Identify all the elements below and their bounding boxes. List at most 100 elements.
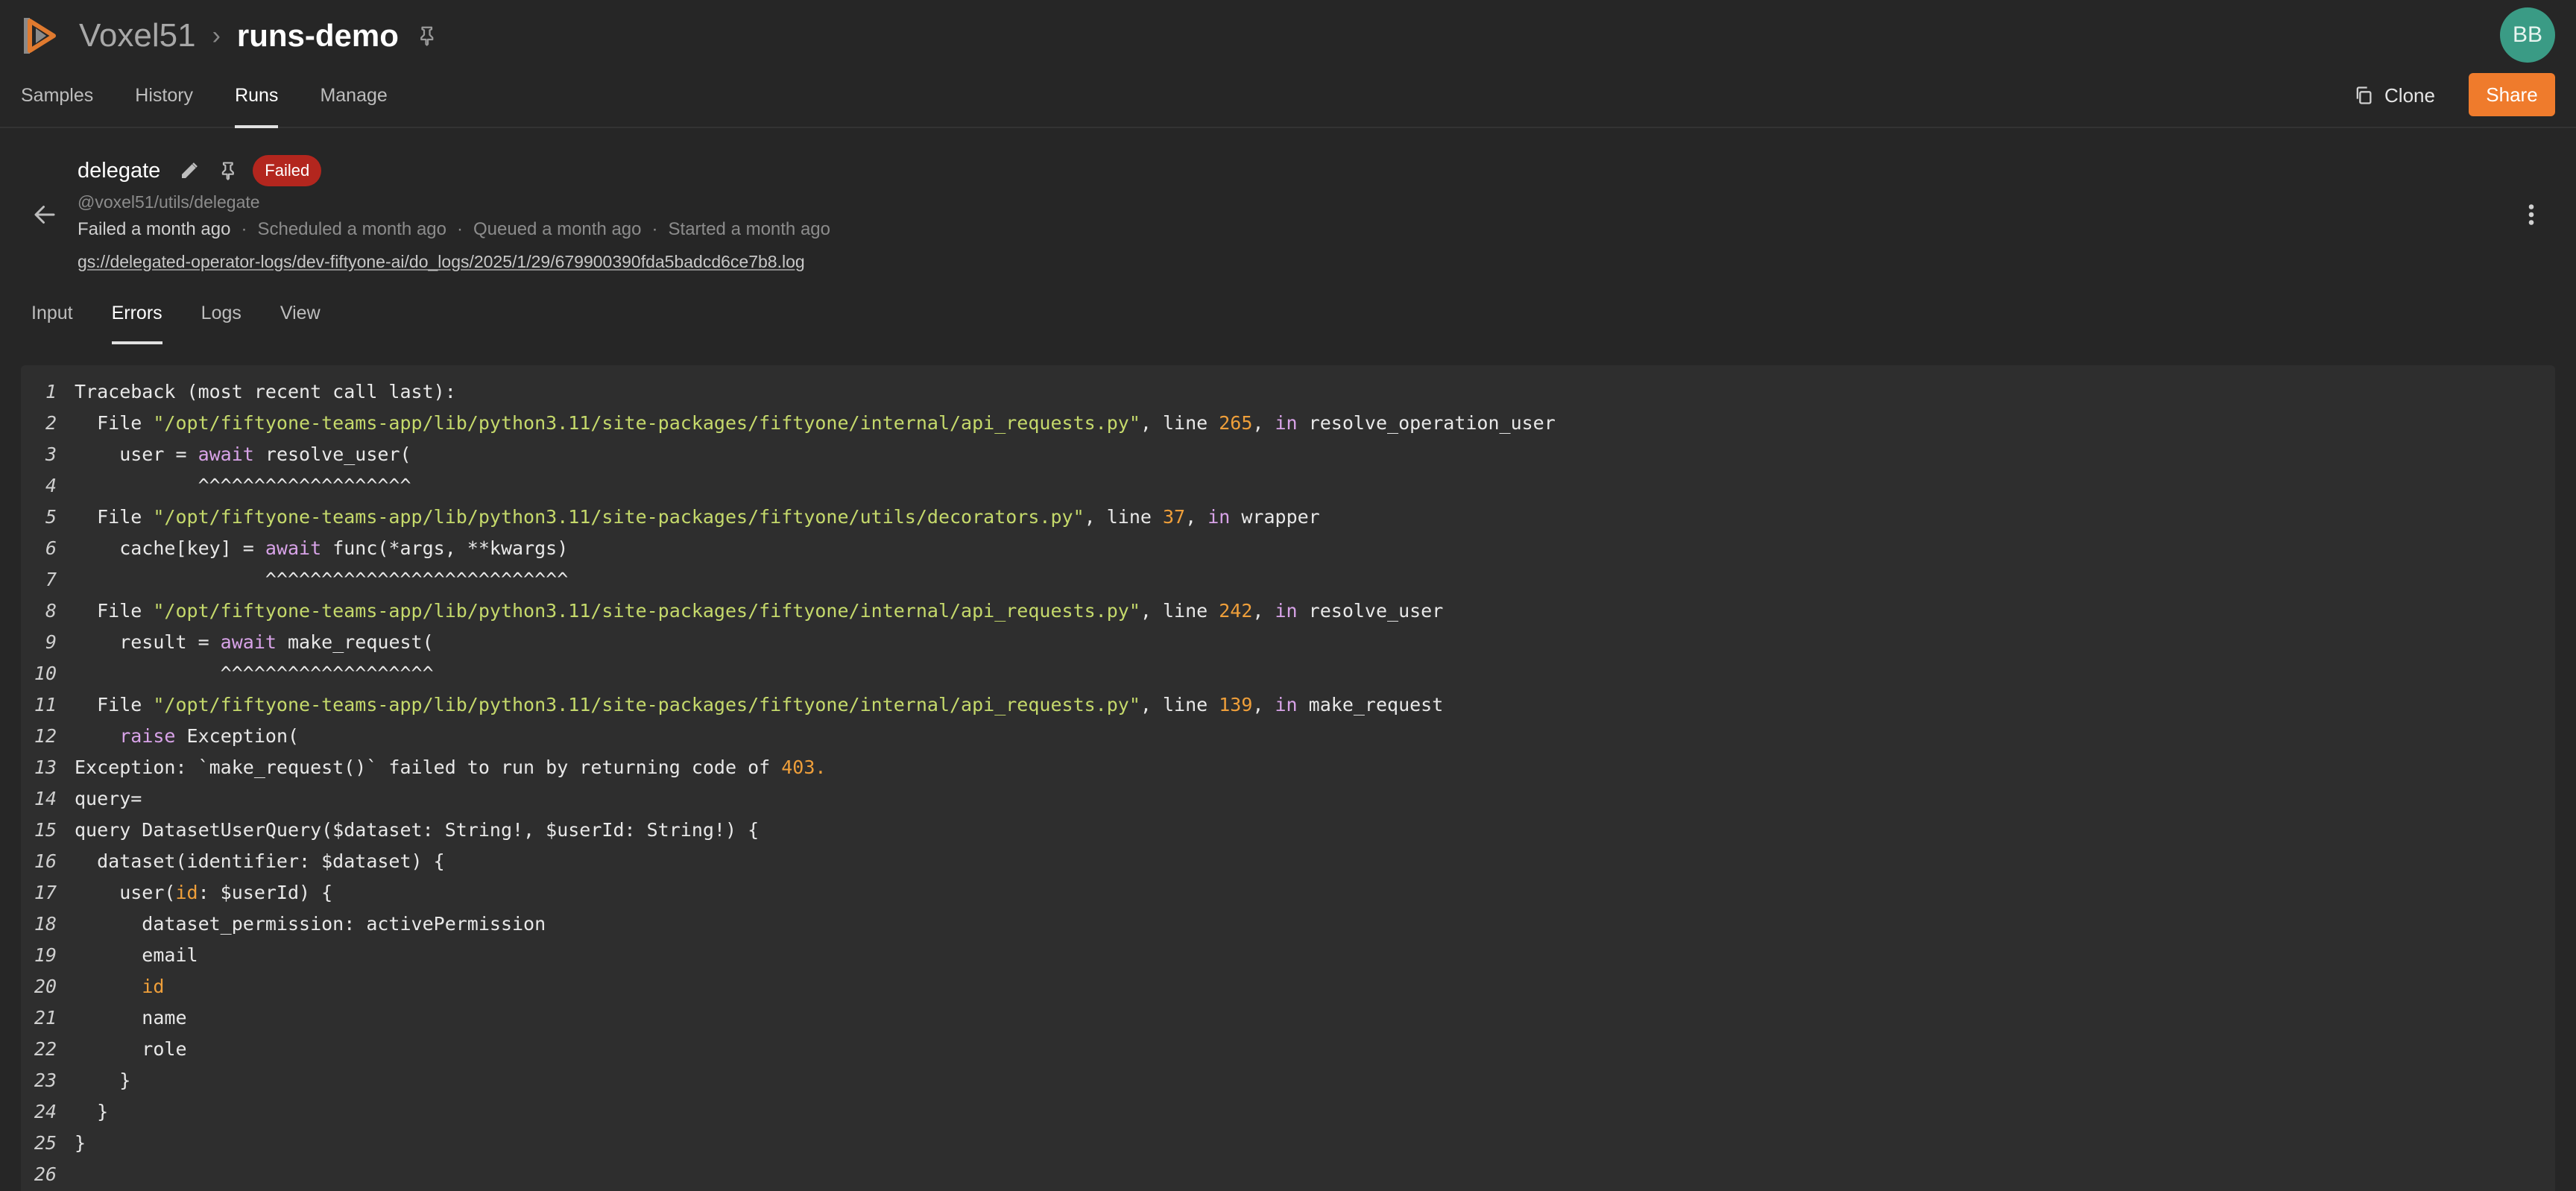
code-line: 11 File "/opt/fiftyone-teams-app/lib/pyt…	[21, 689, 2555, 720]
code-token: , line	[1140, 599, 1219, 622]
code-token: func(*args, **kwargs)	[321, 537, 569, 559]
code-line: 17 user(id: $userId) {	[21, 876, 2555, 908]
code-token: dataset_permission: activePermission	[75, 912, 546, 935]
tab-view[interactable]: View	[261, 292, 340, 344]
code-token: resolve_user	[1297, 599, 1444, 622]
code-line: 24 }	[21, 1096, 2555, 1127]
code-line: 9 result = await make_request(	[21, 626, 2555, 657]
line-number: 5	[45, 505, 57, 528]
code-text: query DatasetUserQuery($dataset: String!…	[75, 819, 759, 841]
pin-icon[interactable]	[218, 160, 239, 181]
code-line: 5 File "/opt/fiftyone-teams-app/lib/pyth…	[21, 501, 2555, 532]
brand-name[interactable]: Voxel51	[79, 17, 196, 54]
code-token: }	[75, 1100, 109, 1122]
code-token: email	[75, 944, 198, 966]
code-token: Exception(	[175, 724, 300, 747]
code-text: File "/opt/fiftyone-teams-app/lib/python…	[75, 694, 1443, 715]
code-token: ,	[1185, 505, 1208, 528]
line-number: 20	[34, 975, 57, 997]
tab-history[interactable]: History	[114, 72, 214, 128]
line-number: 18	[34, 912, 57, 935]
arrow-left-icon[interactable]	[30, 201, 60, 228]
code-token: id	[175, 881, 198, 903]
run-title-row: delegate Failed	[78, 152, 322, 189]
code-token: "/opt/fiftyone-teams-app/lib/python3.11/…	[153, 599, 1140, 622]
tab-samples[interactable]: Samples	[0, 72, 114, 128]
code-text: user = await resolve_user(	[75, 443, 411, 465]
code-text: File "/opt/fiftyone-teams-app/lib/python…	[75, 506, 1320, 528]
copy-icon	[2356, 86, 2372, 104]
tab-runs[interactable]: Runs	[214, 72, 299, 128]
code-token: ,	[1252, 599, 1275, 622]
timeline-failed: Failed a month ago	[78, 219, 231, 239]
code-line: 15 query DatasetUserQuery($dataset: Strin…	[21, 814, 2555, 845]
code-token: : $userId) {	[198, 881, 333, 903]
code-text: }	[75, 1132, 86, 1154]
code-token: query=	[75, 787, 142, 809]
code-token: File	[75, 693, 154, 715]
code-token: ^^^^^^^^^^^^^^^^^^^^^^^^^^^	[75, 568, 569, 590]
code-text: Exception: `make_request()` failed to ru…	[75, 756, 826, 778]
more-vertical-icon[interactable]	[2524, 201, 2539, 228]
code-token: "/opt/fiftyone-teams-app/lib/python3.11/…	[153, 505, 1085, 528]
line-number: 16	[34, 850, 57, 872]
tab-manage[interactable]: Manage	[299, 72, 408, 128]
run-timeline: Failed a month ago · Scheduled a month a…	[78, 219, 830, 239]
clone-button[interactable]: Clone	[2349, 75, 2439, 116]
code-token: in	[1275, 693, 1298, 715]
code-token: result =	[75, 631, 221, 653]
code-token: ,	[1252, 411, 1275, 434]
code-line: 4 ^^^^^^^^^^^^^^^^^^^	[21, 470, 2555, 501]
share-button[interactable]: Share	[2469, 73, 2555, 116]
code-line: 10 ^^^^^^^^^^^^^^^^^^^	[21, 657, 2555, 689]
code-line: 16 dataset(identifier: $dataset) {	[21, 845, 2555, 876]
code-token: Traceback (most recent call last):	[75, 380, 456, 402]
error-traceback-panel: 1 Traceback (most recent call last): 2 Fil…	[21, 365, 2555, 1191]
line-number: 13	[34, 756, 57, 778]
line-number: 6	[45, 537, 57, 559]
code-line: 20 id	[21, 970, 2555, 1002]
line-number: 15	[34, 818, 57, 841]
log-path-link[interactable]: gs://delegated-operator-logs/dev-fiftyon…	[78, 252, 805, 272]
code-token: 37	[1162, 505, 1186, 528]
line-number: 25	[34, 1131, 57, 1154]
code-text: File "/opt/fiftyone-teams-app/lib/python…	[75, 412, 1556, 434]
tab-input[interactable]: Input	[12, 292, 92, 344]
code-text: }	[75, 1101, 108, 1122]
pencil-icon[interactable]	[178, 159, 201, 182]
dataset-name[interactable]: runs-demo	[237, 18, 399, 54]
voxel51-logo-icon[interactable]	[19, 15, 61, 57]
code-token: "/opt/fiftyone-teams-app/lib/python3.11/…	[153, 411, 1140, 434]
code-token: 265	[1219, 411, 1253, 434]
code-token: File	[75, 599, 154, 622]
avatar[interactable]: BB	[2500, 7, 2555, 63]
tab-logs[interactable]: Logs	[182, 292, 261, 344]
line-number: 8	[45, 599, 57, 622]
code-text: }	[75, 1070, 130, 1091]
code-token: name	[75, 1006, 187, 1029]
line-number: 10	[34, 662, 57, 684]
code-token: ^^^^^^^^^^^^^^^^^^^	[75, 662, 434, 684]
run-tabs: Input Errors Logs View	[12, 292, 340, 344]
code-line: 6 cache[key] = await func(*args, **kwarg…	[21, 532, 2555, 563]
line-number: 4	[45, 474, 57, 496]
code-token: dataset(identifier: $dataset) {	[75, 850, 445, 872]
code-line: 26	[21, 1158, 2555, 1190]
tab-errors[interactable]: Errors	[92, 292, 182, 344]
code-text: user(id: $userId) {	[75, 882, 332, 903]
code-line: 23 }	[21, 1064, 2555, 1096]
pin-icon[interactable]	[417, 25, 439, 47]
code-token: 242	[1219, 599, 1253, 622]
code-token: user =	[75, 443, 198, 465]
main-nav-tabs: Samples History Runs Manage	[0, 72, 408, 128]
line-number: 12	[34, 724, 57, 747]
code-token: }	[75, 1131, 86, 1154]
code-text: raise Exception(	[75, 725, 299, 747]
run-name: delegate	[78, 158, 161, 183]
code-text: Traceback (most recent call last):	[75, 381, 456, 402]
code-token: ,	[1252, 693, 1275, 715]
code-token: cache[key] =	[75, 537, 265, 559]
code-line: 13 Exception: `make_request()` failed to …	[21, 751, 2555, 783]
